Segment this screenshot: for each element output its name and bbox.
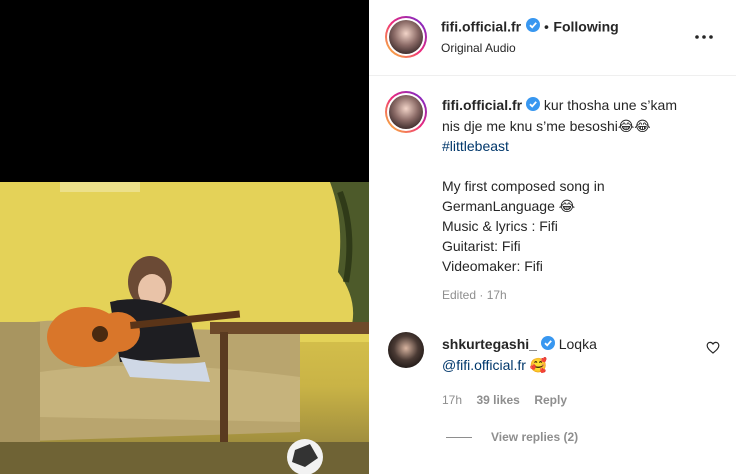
mention-link[interactable]: @fifi.official.fr bbox=[442, 357, 526, 373]
verified-icon bbox=[540, 335, 555, 355]
hashtag-link[interactable]: #littlebeast bbox=[442, 136, 722, 156]
view-replies-button[interactable]: View replies (2) bbox=[491, 430, 578, 444]
comment-emoji: 🥰 bbox=[529, 357, 548, 374]
caption-line: Guitarist: Fifi bbox=[442, 238, 521, 255]
comment: shkurtegashi_ Loqka @fifi.official.fr 🥰 bbox=[442, 334, 692, 375]
caption-line: My first composed song in bbox=[442, 178, 605, 195]
more-options-icon[interactable] bbox=[695, 26, 713, 44]
post-panel: fifi.official.fr • Following Original Au… bbox=[369, 0, 736, 474]
separator-dot: • bbox=[544, 18, 549, 35]
caption-line: nis dje me knu s’me besoshi😂😂 bbox=[442, 118, 651, 135]
comment-likes[interactable]: 39 likes bbox=[476, 393, 519, 407]
comment-text: Loqka bbox=[558, 336, 597, 352]
verified-icon bbox=[525, 18, 540, 37]
audio-label[interactable]: Original Audio bbox=[441, 41, 516, 55]
following-button[interactable]: Following bbox=[553, 19, 618, 35]
comment-actions: 17h 39 likes Reply bbox=[442, 391, 567, 409]
caption-line: GermanLanguage 😂 bbox=[442, 198, 576, 215]
like-comment-icon[interactable] bbox=[706, 341, 720, 359]
caption-line: kur thosha une s’kam bbox=[543, 97, 677, 113]
comment-username[interactable]: shkurtegashi_ bbox=[442, 336, 537, 352]
caption-line: Music & lyrics : Fifi bbox=[442, 218, 558, 235]
author-avatar[interactable] bbox=[385, 16, 427, 58]
author-username[interactable]: fifi.official.fr bbox=[441, 19, 521, 35]
comment-time: 17h bbox=[442, 393, 463, 407]
caption-username[interactable]: fifi.official.fr bbox=[442, 97, 522, 113]
post-media[interactable] bbox=[0, 0, 369, 474]
edited-timestamp: Edited · 17h bbox=[442, 288, 507, 303]
caption-avatar[interactable] bbox=[385, 91, 427, 133]
reply-button[interactable]: Reply bbox=[534, 393, 567, 407]
video-frame[interactable] bbox=[0, 182, 369, 474]
verified-icon bbox=[526, 96, 541, 116]
replies-divider bbox=[446, 437, 472, 438]
video-still bbox=[0, 182, 369, 474]
commenter-avatar[interactable] bbox=[388, 332, 424, 368]
caption-line: Videomaker: Fifi bbox=[442, 258, 543, 275]
post-header: fifi.official.fr • Following Original Au… bbox=[369, 0, 736, 76]
caption: fifi.official.fr kur thosha une s’kam ni… bbox=[442, 95, 722, 302]
